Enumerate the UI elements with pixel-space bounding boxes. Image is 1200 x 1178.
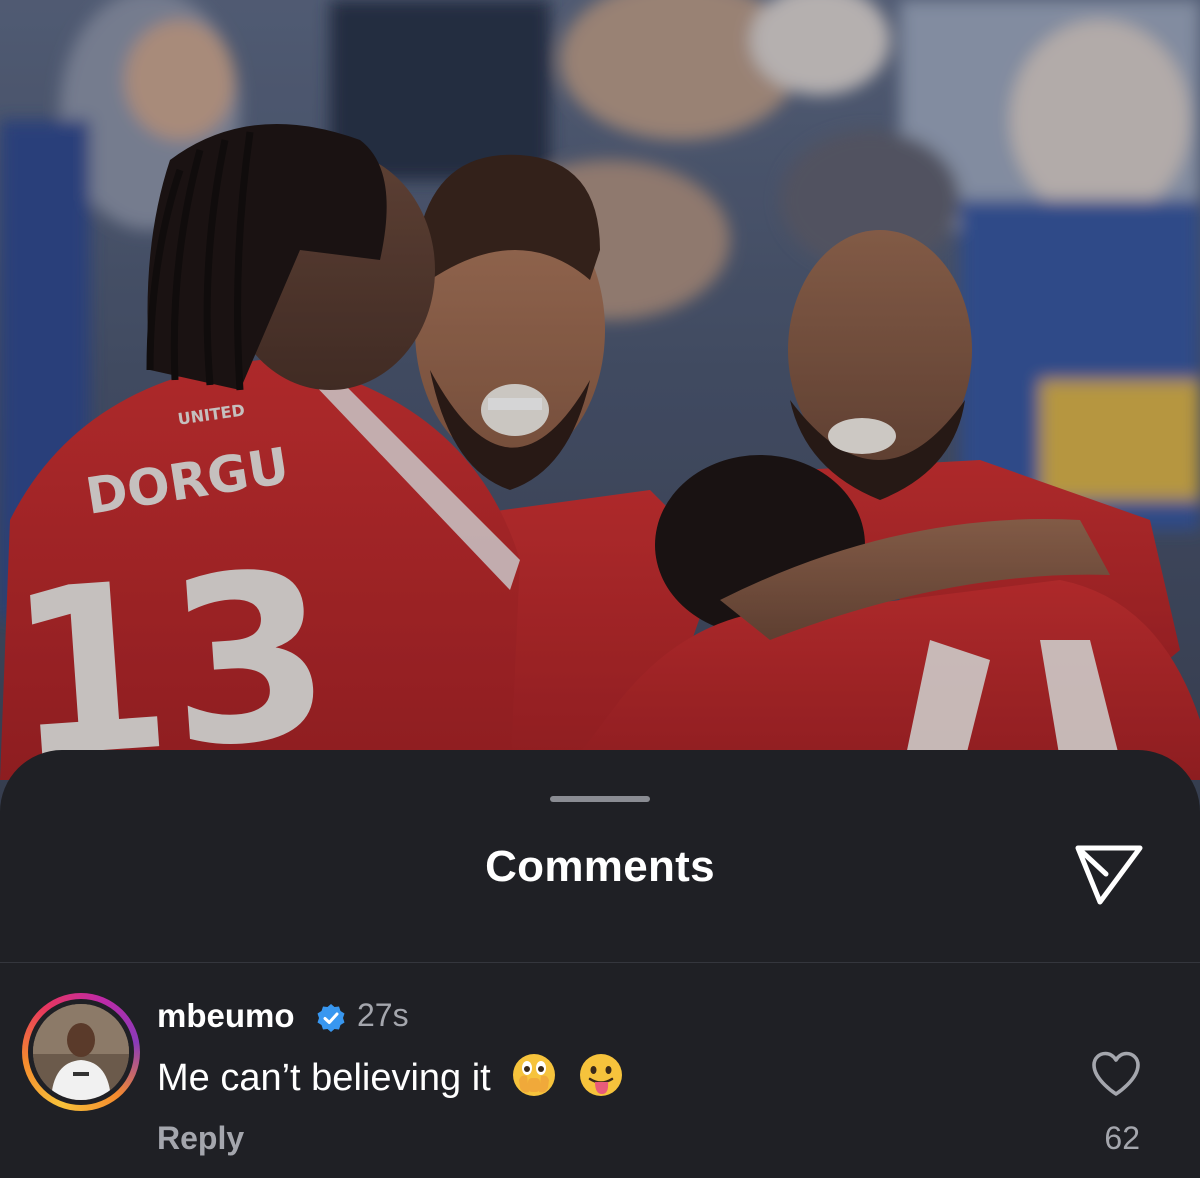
comment-username[interactable]: mbeumo xyxy=(157,997,295,1035)
instagram-comments-screen: DORGU 13 UNITED Comments mbeumo 27s Me c… xyxy=(0,0,1200,1178)
avatar-photo xyxy=(33,1004,129,1100)
heart-icon xyxy=(1092,1051,1140,1096)
like-count: 62 xyxy=(1104,1120,1140,1156)
reply-button[interactable]: Reply xyxy=(157,1120,244,1157)
sheet-drag-handle[interactable] xyxy=(550,796,650,802)
avatar-ring-gap xyxy=(28,999,134,1105)
share-button[interactable] xyxy=(1070,834,1148,912)
like-button[interactable] xyxy=(1090,1050,1142,1098)
sheet-divider xyxy=(0,962,1200,963)
face-with-open-eyes-and-hand-over-mouth-icon xyxy=(513,1054,556,1096)
sheet-title: Comments xyxy=(485,842,715,891)
comments-sheet: Comments mbeumo 27s Me can’t believing i… xyxy=(0,750,1200,1178)
comment-text: Me can’t believing it xyxy=(157,1057,491,1099)
comment-timestamp: 27s xyxy=(357,997,409,1033)
comment-body: Me can’t believing it xyxy=(157,1052,624,1100)
avatar-person-icon xyxy=(33,1004,129,1100)
post-photo: DORGU 13 UNITED xyxy=(0,0,1200,830)
photo-overlay xyxy=(0,0,1200,830)
verified-badge-icon xyxy=(317,1004,345,1032)
avatar[interactable] xyxy=(22,993,140,1111)
face-with-tongue-icon xyxy=(579,1054,622,1096)
send-icon xyxy=(1075,845,1143,905)
